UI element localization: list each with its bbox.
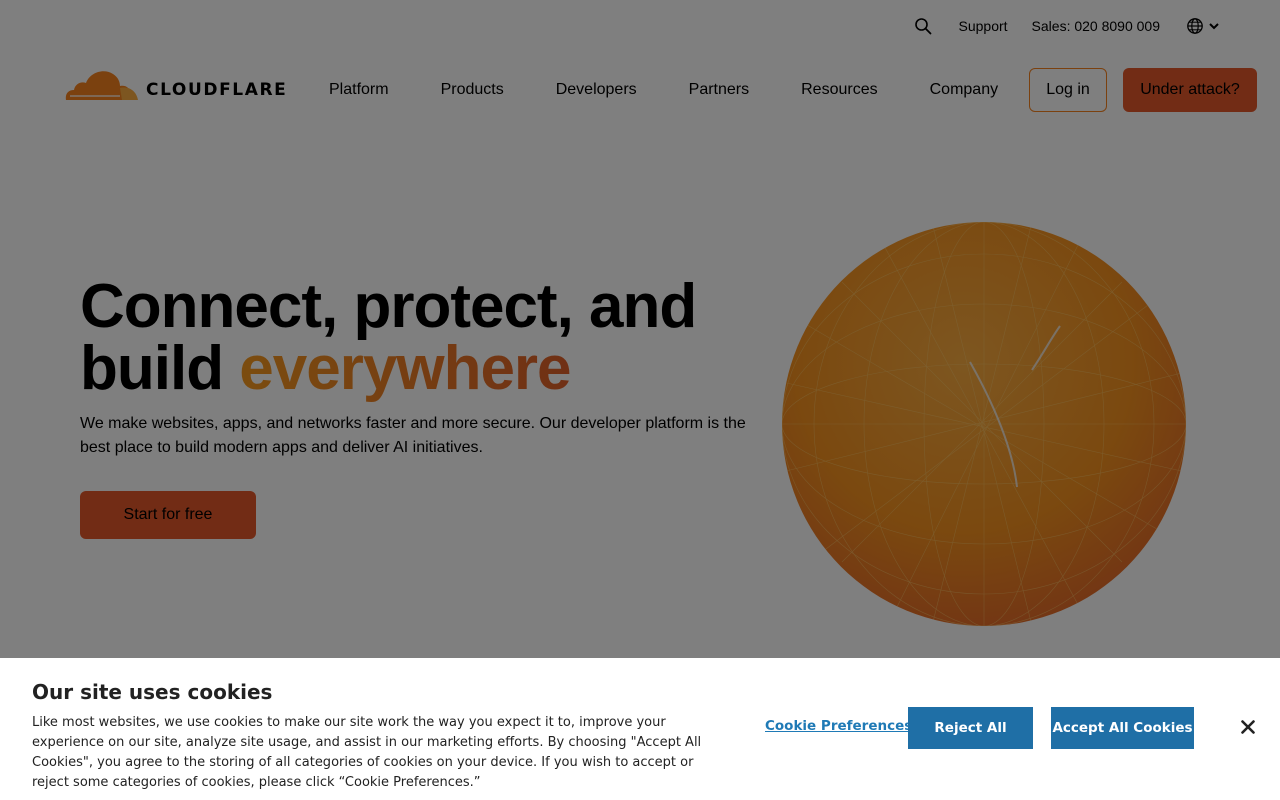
nav-company[interactable]: Company (930, 80, 998, 100)
search-icon[interactable] (913, 16, 933, 36)
hero-title: Connect, protect, and build everywhere (80, 276, 697, 403)
sales-phone-link[interactable]: Sales: 020 8090 009 (1032, 18, 1160, 34)
nav-products[interactable]: Products (441, 80, 504, 100)
chevron-down-icon (1209, 23, 1219, 30)
hero-title-accent: everywhere (239, 334, 571, 403)
globe-illustration (782, 222, 1186, 626)
globe-icon (1187, 18, 1203, 34)
hero-title-line2: build (80, 334, 240, 403)
cookie-banner: Our site uses cookies Like most websites… (0, 658, 1280, 800)
nav-resources[interactable]: Resources (801, 80, 877, 100)
nav-platform[interactable]: Platform (329, 80, 389, 100)
hero-subtitle: We make websites, apps, and networks fas… (80, 415, 746, 456)
login-button[interactable]: Log in (1029, 68, 1107, 112)
cookie-banner-title: Our site uses cookies (32, 680, 273, 704)
nav-partners[interactable]: Partners (689, 80, 749, 100)
cookie-preferences-link[interactable]: Cookie Preferences (765, 718, 912, 734)
utility-bar: Support Sales: 020 8090 009 (913, 14, 1221, 38)
under-attack-button[interactable]: Under attack? (1123, 68, 1257, 112)
start-for-free-button[interactable]: Start for free (80, 491, 256, 539)
cloud-logo-icon (65, 71, 138, 100)
support-link[interactable]: Support (959, 18, 1008, 34)
nav-developers[interactable]: Developers (556, 80, 637, 100)
reject-all-button[interactable]: Reject All (908, 707, 1033, 749)
cloudflare-logo[interactable]: CLOUDFLARE (64, 66, 287, 100)
hero-title-line1: Connect, protect, and (80, 272, 697, 341)
accept-all-cookies-button[interactable]: Accept All Cookies (1051, 707, 1194, 749)
close-icon[interactable] (1236, 715, 1260, 739)
language-selector[interactable] (1186, 17, 1220, 35)
main-nav: Platform Products Developers Partners Re… (329, 80, 998, 100)
logo-wordmark: CLOUDFLARE (146, 80, 288, 100)
cookie-banner-text: Like most websites, we use cookies to ma… (32, 715, 702, 790)
